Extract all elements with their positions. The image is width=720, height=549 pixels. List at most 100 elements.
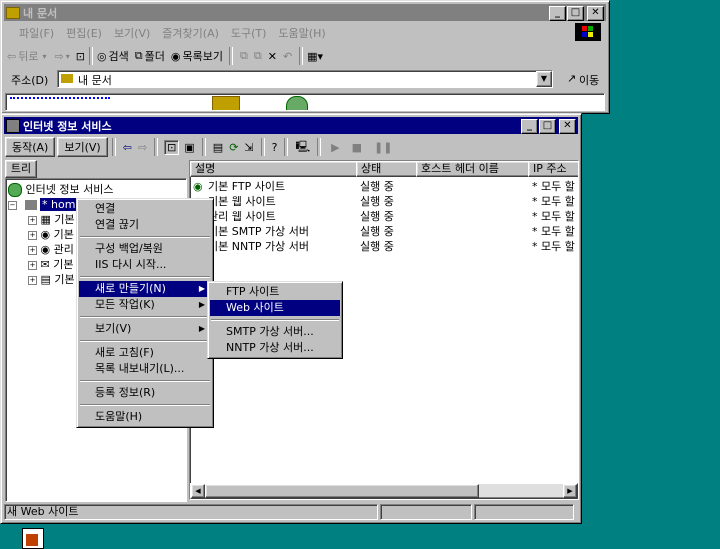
minimize-button[interactable]: _ [549,6,566,21]
menu-item[interactable]: Web 사이트 [210,300,340,316]
menu-item[interactable]: 연결 [79,201,211,217]
tree-item[interactable]: + ✉ 기본 [28,257,73,272]
list-item[interactable]: ◉관리 웹 사이트실행 중* 모두 할 [190,209,578,224]
go-icon[interactable]: ↗ [567,72,576,85]
explorer-title: 내 문서 [23,6,58,20]
menu-item[interactable]: 도움말(H) [79,409,211,425]
dropdown-icon[interactable]: ▾ [66,52,70,61]
folders-button[interactable]: 폴더 [145,48,165,64]
list-item[interactable]: ◉기본 SMTP 가상 서버실행 중* 모두 할 [190,224,578,239]
computer-icon[interactable]: 🖳 [295,138,310,157]
forward-arrow-icon[interactable]: ⇨ [138,141,147,154]
tree-item[interactable]: + ▤ 기본 [28,272,75,287]
list-item[interactable]: ◉기본 웹 사이트실행 중* 모두 할 [190,194,578,209]
menu-item[interactable]: NNTP 가상 서버... [210,340,340,356]
maximize-button[interactable]: □ [539,119,556,134]
menu-help[interactable]: 도움말(H) [272,25,331,41]
expand-plus-icon[interactable]: + [28,260,37,270]
expand-minus-icon[interactable]: − [8,200,17,210]
address-input[interactable]: 내 문서 ▼ [57,70,553,88]
scroll-thumb[interactable] [205,484,479,498]
views-icon[interactable]: ▦▾ [307,50,323,63]
horizontal-scrollbar[interactable]: ◀ ▶ [190,483,578,499]
start-icon[interactable]: ▶ [331,141,339,154]
forward-arrow-icon[interactable]: ⇨ [54,50,63,63]
export-list-icon[interactable]: ⇲ [244,141,253,154]
menu-item[interactable]: 모든 작업(K) ▶ [79,297,211,313]
history-button[interactable]: 목록보기 [183,48,223,64]
menu-separator [80,380,210,382]
list-item[interactable]: ◉ 기본 FTP 사이트 실행 중 * 모두 할 [190,179,578,194]
expand-plus-icon[interactable]: + [28,245,37,255]
column-header-host[interactable]: 호스트 헤더 이름 [416,161,532,177]
folder-icon [6,6,20,19]
copy-to-icon[interactable]: ⧉ [254,49,262,63]
iis-titlebar[interactable]: 인터넷 정보 서비스 _ □ ✕ [4,117,578,134]
column-header-state[interactable]: 상태 [356,161,420,177]
menu-item[interactable]: 목록 내보내기(L)... [79,361,211,377]
menu-view[interactable]: 보기(V) [108,25,156,41]
back-button[interactable]: 뒤로 [18,48,38,64]
iis-toolbar: 동작(A) 보기(V) ⇦ ⇨ ⊡ ▣ ▤ ⟳ ⇲ ? 🖳 ▶ ■ ❚❚ [5,136,577,158]
refresh-icon[interactable]: ⟳ [229,141,238,154]
tree-server[interactable]: − * home [8,197,85,212]
desktop-icon[interactable] [20,526,46,549]
menu-item[interactable]: 새로 만들기(N) ▶ [79,281,211,297]
tree-tab[interactable]: 트리 [5,160,37,178]
list-item[interactable]: ◉기본 NNTP 가상 서버실행 중* 모두 할 [190,239,578,254]
up-level-icon[interactable]: ⊡ [164,139,180,155]
view-menu[interactable]: 보기(V) [57,137,108,157]
close-button[interactable]: ✕ [587,6,604,21]
menu-item[interactable]: 등록 정보(R) [79,385,211,401]
tree-item[interactable]: + ◉ 기본 [28,227,74,242]
search-button[interactable]: 검색 [109,48,129,64]
menu-item[interactable]: 연결 끊기 [79,217,211,233]
dropdown-icon[interactable]: ▾ [42,52,46,61]
menu-edit[interactable]: 편집(E) [60,25,108,41]
scroll-left-button[interactable]: ◀ [191,484,205,498]
menu-item[interactable]: SMTP 가상 서버... [210,324,340,340]
menu-item[interactable]: FTP 사이트 [210,284,340,300]
help-icon[interactable]: ? [272,141,278,154]
menu-item[interactable]: 구성 백업/복원 [79,241,211,257]
column-header-desc[interactable]: 설명 [190,161,360,177]
show-tree-icon[interactable]: ▣ [184,141,194,154]
address-bar: 주소(D) 내 문서 ▼ ↗ 이동 [7,69,603,89]
expand-plus-icon[interactable]: + [28,275,37,285]
column-header-ip[interactable]: IP 주소 [528,161,578,177]
menu-item[interactable]: 보기(V) ▶ [79,321,211,337]
up-folder-icon[interactable]: ⊡ [76,50,85,63]
menu-item[interactable]: IIS 다시 시작... [79,257,211,273]
tree-item[interactable]: + ◉ 관리 [28,242,74,257]
stop-icon[interactable]: ■ [352,141,362,154]
menu-file[interactable]: 파일(F) [13,25,60,41]
menu-favorites[interactable]: 즐겨찾기(A) [156,25,225,41]
tree-root[interactable]: 인터넷 정보 서비스 [8,182,113,197]
maximize-button[interactable]: □ [567,6,584,21]
back-arrow-icon[interactable]: ⇦ [7,50,16,63]
menu-tools[interactable]: 도구(T) [225,25,273,41]
address-label: 주소(D) [11,74,49,87]
delete-icon[interactable]: ✕ [268,50,277,63]
back-arrow-icon[interactable]: ⇦ [123,141,132,154]
history-icon[interactable]: ◉ [171,50,181,63]
cell-desc: 기본 NNTP 가상 서버 [208,240,310,253]
go-button[interactable]: 이동 [579,72,599,88]
address-dropdown-button[interactable]: ▼ [536,71,552,87]
scroll-right-button[interactable]: ▶ [563,484,577,498]
menu-item[interactable]: 새로 고침(F) [79,345,211,361]
folders-icon[interactable]: ⧉ [135,49,143,63]
undo-icon[interactable]: ↶ [283,50,292,63]
close-button[interactable]: ✕ [559,119,576,134]
pause-icon[interactable]: ❚❚ [374,141,392,154]
folder-icon [61,74,73,83]
explorer-titlebar[interactable]: 내 문서 _ □ ✕ [4,4,606,21]
minimize-button[interactable]: _ [521,119,538,134]
properties-icon[interactable]: ▤ [213,141,223,154]
expand-plus-icon[interactable]: + [28,230,37,240]
expand-plus-icon[interactable]: + [28,215,37,225]
move-to-icon[interactable]: ⧉ [240,49,248,63]
action-menu[interactable]: 동작(A) [5,137,56,157]
search-icon[interactable]: ◎ [97,50,107,63]
tree-item[interactable]: + ▦ 기본 [28,212,75,227]
